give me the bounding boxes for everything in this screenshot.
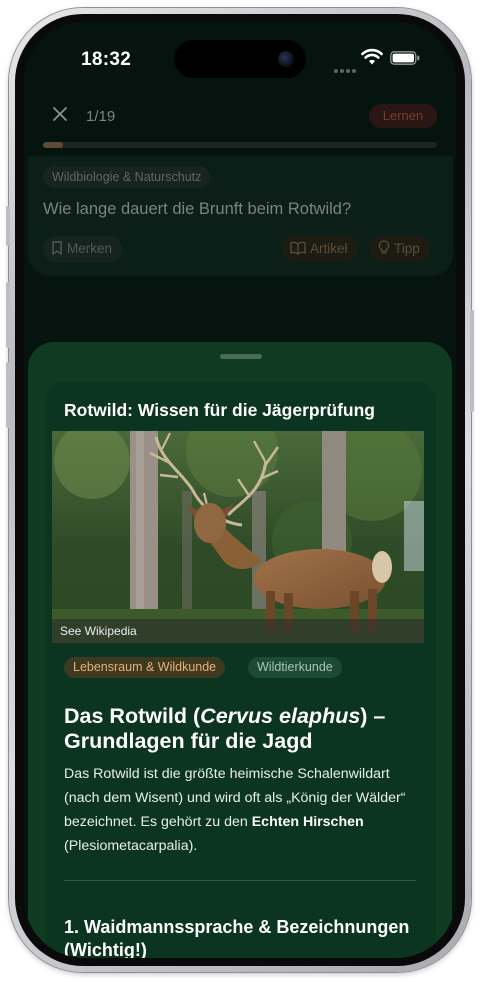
article-headline: Das Rotwild (Cervus elaphus) – Grundlage… xyxy=(64,704,424,754)
intro-text-end: (Plesiometacarpalia). xyxy=(64,838,198,854)
action-button xyxy=(6,206,10,246)
progress-bar xyxy=(43,142,437,148)
book-icon xyxy=(290,241,306,255)
category-badge: Wildbiologie & Naturschutz xyxy=(43,166,211,188)
section-heading: 1. Waidmannssprache & Bezeichnungen (Wic… xyxy=(64,917,410,958)
intro-bold-term: Echten Hirschen xyxy=(251,814,364,830)
progress-fill xyxy=(43,142,63,148)
article-sheet: Rotwild: Wissen für die Jägerprüfung See… xyxy=(28,342,452,958)
bookmark-button[interactable]: Merken xyxy=(43,236,123,262)
sheet-title: Rotwild: Wissen für die Jägerprüfung xyxy=(64,400,375,420)
learn-button[interactable]: Lernen xyxy=(369,104,437,128)
article-button[interactable]: Artikel xyxy=(282,236,358,262)
red-deer-photo[interactable]: See Wikipedia xyxy=(52,431,424,643)
power-button xyxy=(470,310,474,412)
red-deer-illustration xyxy=(52,431,424,643)
article-intro: Das Rotwild ist die größte heimische Sch… xyxy=(64,762,424,858)
screen: 18:32 1/19 Lernen Wildbiologie & Natursc… xyxy=(24,22,456,958)
cellular-signal-icon xyxy=(334,60,358,73)
article-label: Artikel xyxy=(310,241,348,256)
volume-down-button xyxy=(6,362,10,428)
lightbulb-icon xyxy=(378,240,390,254)
section-divider xyxy=(64,880,416,881)
status-bar: 18:32 xyxy=(24,22,456,92)
hint-button[interactable]: Tipp xyxy=(370,236,430,262)
bookmark-icon xyxy=(52,241,62,255)
tag-wildtierkunde[interactable]: Wildtierkunde xyxy=(248,657,342,678)
status-time: 18:32 xyxy=(81,49,132,70)
headline-prefix: Das Rotwild ( xyxy=(64,704,201,728)
camera-icon xyxy=(278,51,294,67)
volume-up-button xyxy=(6,282,10,348)
article-card: Rotwild: Wissen für die Jägerprüfung See… xyxy=(46,382,436,958)
headline-species: Cervus elaphus xyxy=(200,704,361,728)
tag-lebensraum[interactable]: Lebensraum & Wildkunde xyxy=(64,657,226,678)
question-counter: 1/19 xyxy=(86,108,116,125)
battery-icon xyxy=(390,51,420,65)
wifi-icon xyxy=(361,48,383,65)
bookmark-label: Merken xyxy=(67,241,113,256)
close-icon[interactable] xyxy=(52,106,68,122)
image-caption[interactable]: See Wikipedia xyxy=(52,619,424,643)
sheet-grabber[interactable] xyxy=(220,354,262,359)
dynamic-island xyxy=(174,40,306,78)
hint-label: Tipp xyxy=(394,241,420,256)
question-text: Wie lange dauert die Brunft beim Rotwild… xyxy=(43,200,352,218)
